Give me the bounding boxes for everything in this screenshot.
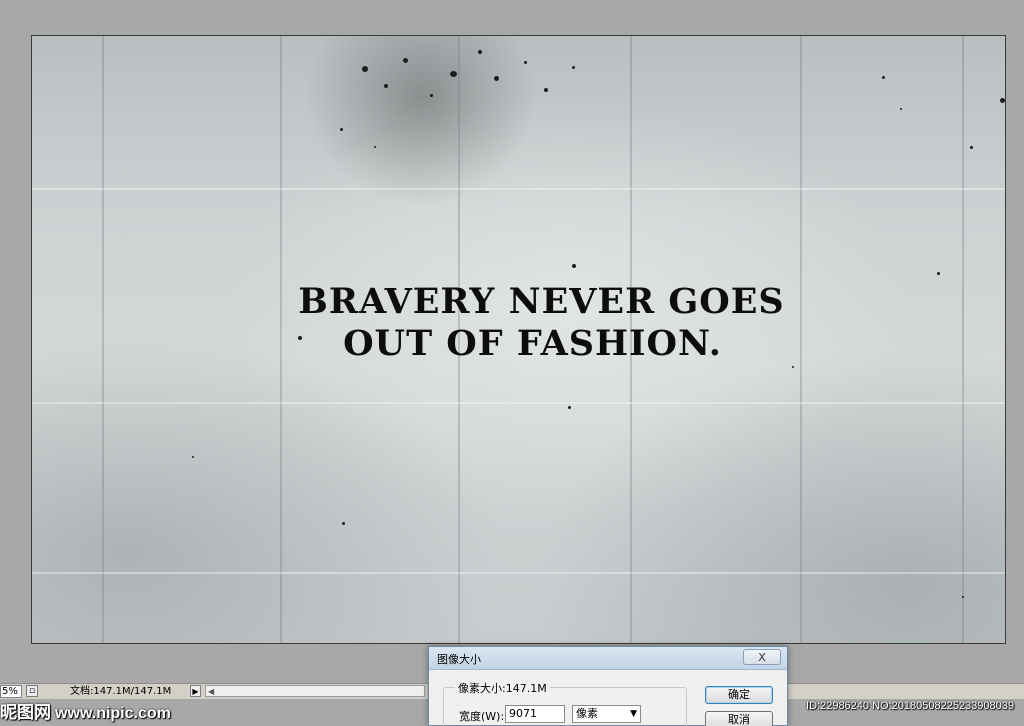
paint-speck — [568, 406, 571, 409]
width-label: 宽度(W): — [459, 710, 505, 723]
horizontal-scrollbar[interactable]: ◀ — [205, 685, 425, 697]
paint-speck — [1000, 98, 1005, 103]
paint-speck — [362, 66, 368, 72]
paint-speck — [572, 66, 575, 69]
document-size-info: 文档:147.1M/147.1M — [70, 686, 172, 697]
play-triangle-icon[interactable]: ▶ — [190, 685, 201, 697]
watermark-id: ID:22986240 NO:20180508225233908039 — [806, 700, 1014, 712]
paint-speck — [962, 596, 964, 598]
paint-speck — [882, 76, 885, 79]
paint-speck — [450, 71, 457, 77]
photoshop-window: BRAVERY NEVER GOES OUT OF FASHION. 5% ▫ … — [0, 0, 1024, 726]
paint-speck — [192, 456, 194, 458]
paint-speck — [340, 128, 343, 131]
paint-speck — [430, 94, 433, 97]
watermark-brand: 昵图网 — [0, 703, 51, 723]
paint-speck — [937, 272, 940, 275]
chevron-down-icon: ▼ — [630, 709, 637, 719]
concrete-seam — [32, 402, 1005, 404]
paint-speck — [403, 58, 408, 63]
dialog-titlebar[interactable]: 图像大小 X — [429, 647, 787, 670]
paint-speck — [494, 76, 499, 81]
paint-speck — [478, 50, 482, 54]
paint-speck — [374, 146, 376, 148]
paint-speck — [342, 522, 345, 525]
width-unit-select[interactable]: 像素 ▼ — [572, 705, 641, 723]
width-input[interactable]: 9071 — [505, 705, 565, 723]
paint-speck — [970, 146, 973, 149]
image-size-dialog: 图像大小 X 像素大小:147.1M 宽度(W): 9071 像素 ▼ 确定 取… — [428, 646, 788, 726]
ok-button[interactable]: 确定 — [705, 686, 773, 704]
headline-line-1: BRAVERY NEVER GOES — [298, 281, 785, 322]
canvas-headline: BRAVERY NEVER GOES OUT OF FASHION. — [32, 281, 1005, 365]
paint-speck — [900, 108, 902, 110]
paint-speck — [524, 61, 527, 64]
cancel-button[interactable]: 取消 — [705, 711, 773, 726]
watermark-left: 昵图网 www.nipic.com — [0, 698, 171, 723]
paint-speck — [544, 88, 548, 92]
paint-speck — [384, 84, 388, 88]
concrete-seam — [32, 188, 1005, 190]
dialog-title: 图像大小 — [437, 653, 481, 666]
concrete-seam — [32, 572, 1005, 574]
paint-speck — [572, 264, 576, 268]
headline-line-2: OUT OF FASHION. — [343, 323, 722, 364]
width-unit-value: 像素 — [576, 707, 598, 720]
paint-speck — [792, 366, 794, 368]
document-canvas[interactable]: BRAVERY NEVER GOES OUT OF FASHION. — [31, 35, 1006, 644]
watermark-url: www.nipic.com — [55, 705, 171, 722]
zoom-level-field[interactable]: 5% — [0, 685, 22, 698]
pixel-size-label: 像素大小:147.1M — [455, 680, 550, 696]
document-icon[interactable]: ▫ — [26, 685, 38, 697]
close-button[interactable]: X — [743, 649, 781, 665]
scroll-left-arrow-icon[interactable]: ◀ — [208, 686, 214, 697]
